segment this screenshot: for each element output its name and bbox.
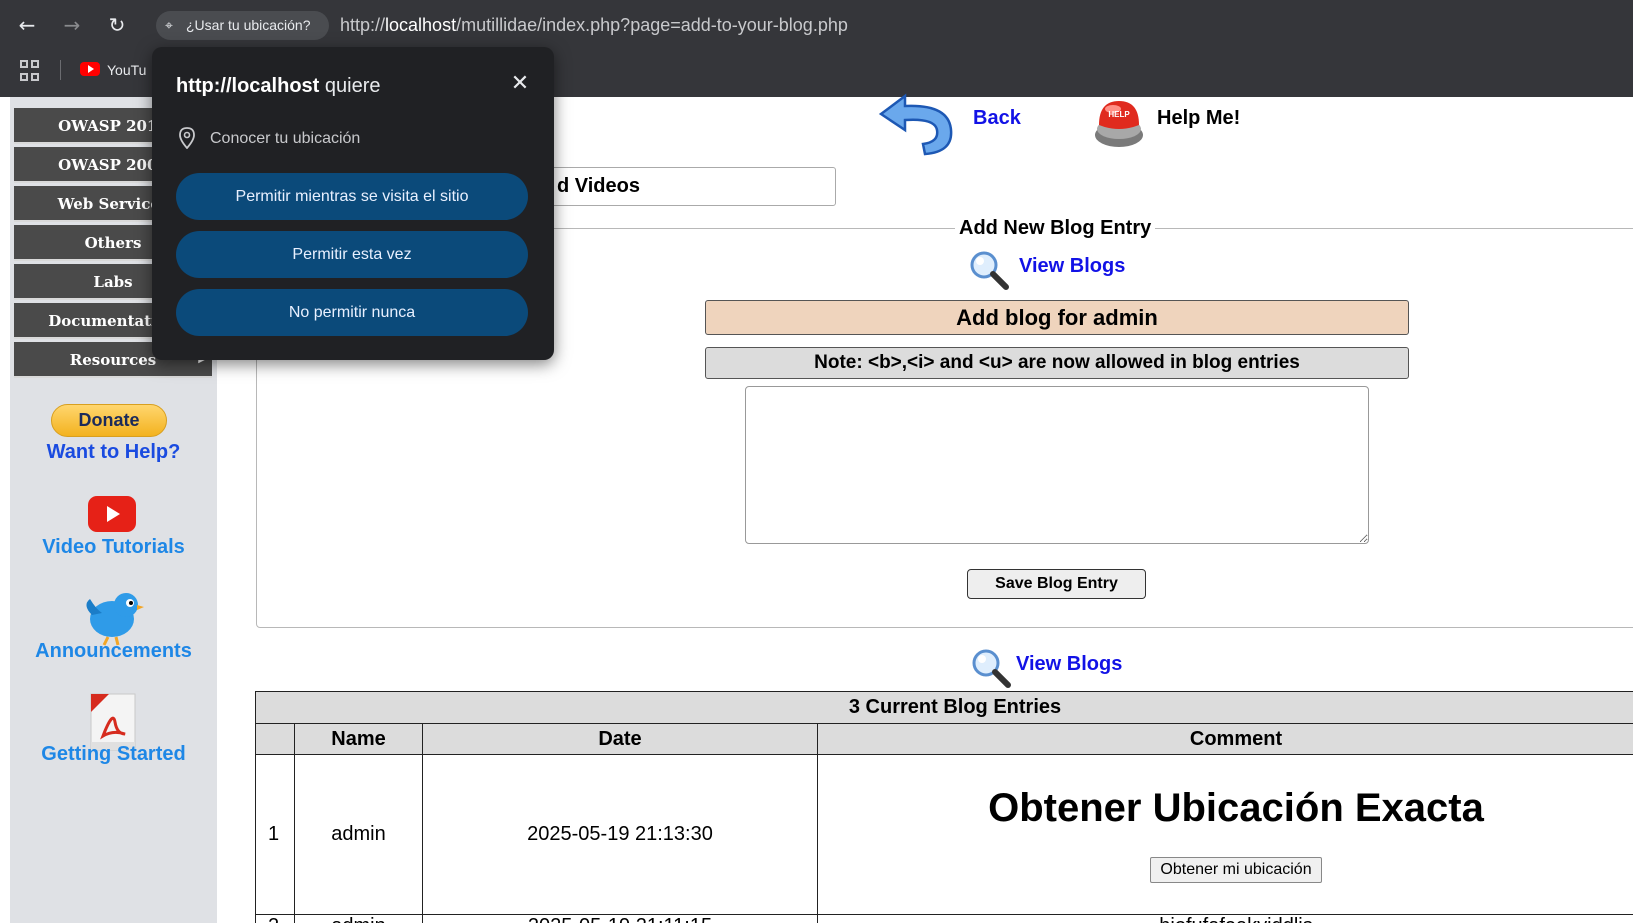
menu-item-label: Others	[84, 234, 142, 252]
address-bar[interactable]: http://localhost/mutillidae/index.php?pa…	[340, 13, 848, 37]
column-header-name: Name	[294, 723, 423, 755]
comment-heading: Obtener Ubicación Exacta	[988, 786, 1484, 830]
row-comment: hiofufafeakyiddlis	[817, 914, 1633, 923]
popup-title-host: http://localhost	[176, 75, 320, 97]
youtube-icon[interactable]	[88, 496, 136, 532]
location-chip-label: ¿Usar tu ubicación?	[186, 17, 311, 33]
svg-text:HELP: HELP	[1108, 110, 1130, 119]
help-button-icon[interactable]: HELP	[1091, 97, 1147, 149]
blog-entries-table: 3 Current Blog Entries Name Date Comment…	[255, 691, 1633, 923]
announcements-link[interactable]: Announcements	[10, 640, 217, 663]
view-blogs-link-bottom[interactable]: View Blogs	[1016, 653, 1122, 676]
close-icon[interactable]: ✕	[507, 71, 533, 97]
view-blogs-link-top[interactable]: View Blogs	[1019, 255, 1125, 278]
permission-description: Conocer tu ubicación	[210, 130, 361, 147]
column-header-date: Date	[422, 723, 818, 755]
location-pin-icon	[179, 127, 195, 149]
table-row: 2 admin 2025-05-19 21:11:15 hiofufafeaky…	[255, 914, 1633, 923]
back-arrow-icon[interactable]	[875, 92, 957, 156]
row-date: 2025-05-19 21:11:15	[422, 914, 818, 923]
location-permission-chip[interactable]: ⌖ ¿Usar tu ubicación?	[156, 11, 329, 40]
magnifier-icon[interactable]	[968, 249, 1010, 291]
reload-icon[interactable]: ↻	[102, 10, 132, 40]
row-number: 1	[255, 754, 295, 915]
blog-entry-textarea[interactable]	[745, 386, 1369, 544]
getting-started-link[interactable]: Getting Started	[10, 743, 217, 766]
blog-entries-caption: 3 Current Blog Entries	[255, 691, 1633, 724]
url-path: /mutillidae/index.php?page=add-to-your-b…	[456, 15, 848, 35]
back-link[interactable]: Back	[973, 107, 1021, 130]
location-permission-popup: http://localhost quiere ✕ Conocer tu ubi…	[152, 47, 554, 360]
apps-grid-icon[interactable]	[20, 60, 42, 82]
bookmark-youtube[interactable]: YouTu	[107, 60, 146, 80]
get-location-button[interactable]: Obtener mi ubicación	[1150, 857, 1322, 883]
never-allow-button[interactable]: No permitir nunca	[176, 289, 528, 336]
hints-videos-box[interactable]: d Videos	[540, 167, 836, 206]
row-comment: Obtener Ubicación Exacta Obtener mi ubic…	[817, 754, 1633, 915]
video-tutorials-link[interactable]: Video Tutorials	[10, 536, 217, 559]
save-blog-entry-button[interactable]: Save Blog Entry	[967, 569, 1146, 599]
bookmark-separator	[60, 60, 61, 80]
help-me-link[interactable]: Help Me!	[1157, 107, 1240, 130]
youtube-icon[interactable]	[80, 62, 100, 76]
popup-title-suffix: quiere	[319, 75, 381, 97]
popup-title: http://localhost quiere	[176, 75, 380, 98]
add-blog-legend: Add New Blog Entry	[955, 216, 1156, 240]
url-scheme: http://	[340, 15, 386, 35]
allowed-tags-note: Note: <b>,<i> and <u> are now allowed in…	[705, 347, 1409, 379]
url-host: localhost	[385, 15, 457, 35]
allow-this-time-button[interactable]: Permitir esta vez	[176, 231, 528, 278]
column-header-comment: Comment	[817, 723, 1633, 755]
add-blog-header: Add blog for admin	[705, 300, 1409, 335]
twitter-bird-icon[interactable]	[82, 585, 144, 647]
menu-item-label: Resources	[69, 351, 157, 369]
menu-item-label: Labs	[93, 273, 133, 291]
back-arrow-icon[interactable]: ←	[12, 10, 42, 40]
magnifier-icon[interactable]	[970, 647, 1012, 689]
table-row: 1 admin 2025-05-19 21:13:30 Obtener Ubic…	[255, 754, 1633, 915]
row-name: admin	[294, 914, 423, 923]
column-header-number	[255, 723, 295, 755]
allow-while-visiting-button[interactable]: Permitir mientras se visita el sitio	[176, 173, 528, 220]
want-to-help-link[interactable]: Want to Help?	[10, 441, 217, 464]
forward-arrow-icon[interactable]: →	[57, 10, 87, 40]
location-pin-icon: ⌖	[165, 17, 173, 33]
row-number: 2	[255, 914, 295, 923]
donate-button[interactable]: Donate	[51, 404, 167, 437]
row-date: 2025-05-19 21:13:30	[422, 754, 818, 915]
row-name: admin	[294, 754, 423, 915]
